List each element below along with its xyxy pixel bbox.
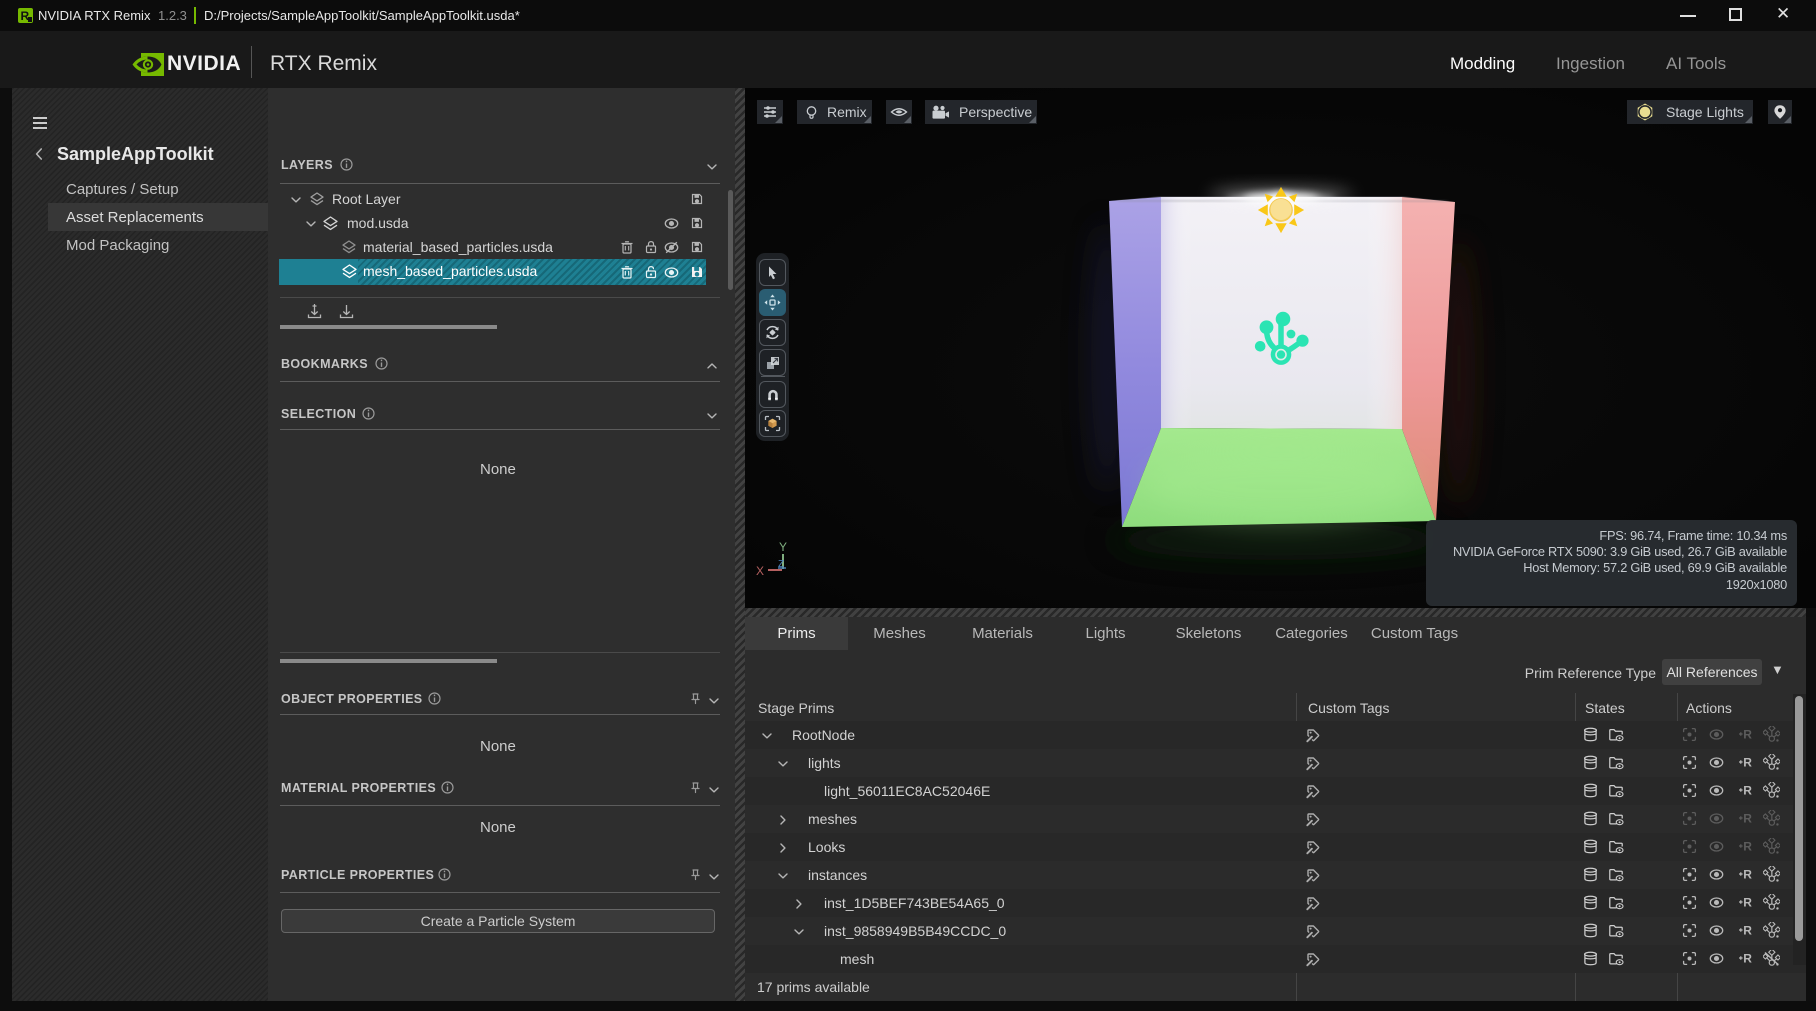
svg-text:Y: Y [779, 540, 787, 554]
svg-text:R: R [1743, 783, 1752, 797]
svg-text:R: R [1743, 895, 1752, 909]
svg-text:X: X [756, 564, 764, 578]
svg-text:R: R [1743, 839, 1752, 853]
svg-text:R: R [1743, 951, 1752, 965]
svg-text:R: R [1743, 867, 1752, 881]
svg-text:R: R [1743, 755, 1752, 769]
svg-text:R: R [1743, 923, 1752, 937]
svg-text:R: R [1743, 727, 1752, 741]
svg-text:R: R [1743, 811, 1752, 825]
